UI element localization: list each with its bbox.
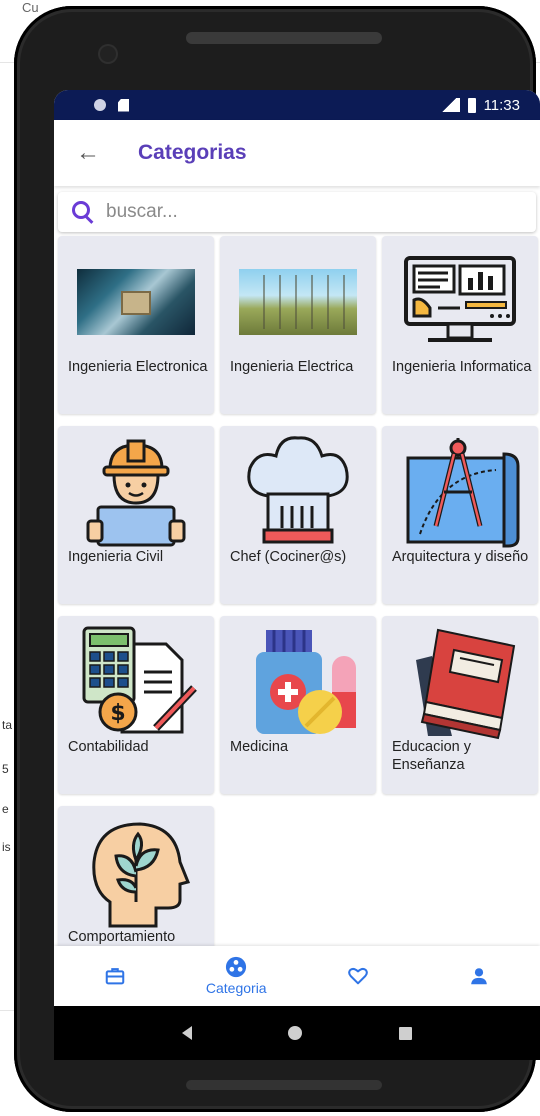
speaker-grille	[186, 32, 382, 44]
chef-hat-icon	[247, 436, 349, 544]
category-card-chef[interactable]: Chef (Cociner@s)	[220, 426, 376, 604]
category-card-educacion[interactable]: Educacion y Enseñanza	[382, 616, 538, 794]
search-input[interactable]	[106, 201, 406, 223]
front-camera	[100, 46, 116, 62]
category-card-electronica[interactable]: Ingenieria Electronica	[58, 236, 214, 414]
svg-text:$: $	[110, 701, 125, 726]
medicine-bottle-icon	[256, 630, 356, 734]
category-card-medicina[interactable]: Medicina	[220, 616, 376, 794]
nav-label: Categoria	[205, 980, 267, 996]
search-bar[interactable]	[58, 192, 536, 232]
category-card-electrica[interactable]: Ingenieria Electrica	[220, 236, 376, 414]
status-bar: 11:33	[54, 90, 540, 120]
notification-dot-icon	[94, 99, 106, 111]
category-card-civil[interactable]: Ingenieria Civil	[58, 426, 214, 604]
signal-icon	[437, 98, 460, 112]
phone-frame: 11:33 ← Categorias Ingenieria Electronic…	[14, 6, 540, 1112]
category-label: Medicina	[230, 739, 289, 755]
system-home-icon[interactable]	[288, 1026, 303, 1040]
nav-item-profile[interactable]	[419, 946, 540, 1006]
sim-card-icon	[118, 98, 129, 112]
category-label: Chef (Cociner@s)	[230, 549, 347, 565]
construction-worker-icon	[86, 439, 186, 547]
books-icon	[416, 628, 516, 740]
category-label: Ingenieria Electrica	[230, 359, 354, 375]
system-navigation-bar	[54, 1006, 540, 1060]
category-label: Educacion y Enseñanza	[392, 739, 471, 773]
head-plant-icon	[92, 822, 191, 928]
status-time: 11:33	[483, 96, 520, 114]
system-recents-icon[interactable]	[398, 1026, 412, 1040]
heart-icon	[347, 967, 368, 985]
circuit-board-photo	[77, 269, 195, 335]
background-text-fragment: is	[2, 840, 11, 854]
nav-item-favorites[interactable]	[297, 946, 419, 1006]
system-back-icon[interactable]	[182, 1026, 193, 1040]
desktop-background: Cu ta 5 e is 11:33 ← Categorias buscar..…	[0, 0, 540, 1116]
bottom-navigation: Categoria	[54, 946, 540, 1006]
app-bar: ← Categorias	[54, 120, 540, 186]
category-card-contabilidad[interactable]: $ Contabilidad	[58, 616, 214, 794]
category-grid: Ingenieria Electronica Ingenieria Electr…	[58, 236, 540, 984]
power-lines-photo	[239, 269, 357, 335]
category-label: Arquitectura y diseño	[392, 549, 529, 565]
background-text-fragment: ta	[2, 718, 13, 732]
battery-icon	[467, 97, 476, 113]
nav-item-jobs[interactable]	[54, 946, 176, 1006]
compass-blueprint-icon	[406, 438, 520, 548]
nav-item-categoria[interactable]: Categoria	[176, 946, 298, 1006]
category-label: Ingenieria Informatica	[392, 359, 532, 375]
search-icon	[72, 201, 94, 223]
category-label: Comportamiento	[68, 929, 176, 945]
category-card-informatica[interactable]: Ingenieria Informatica	[382, 236, 538, 414]
category-label: Contabilidad	[68, 739, 149, 755]
page-title: Categorias	[138, 141, 247, 164]
person-icon	[471, 968, 488, 985]
app-screen: 11:33 ← Categorias Ingenieria Electronic…	[54, 90, 540, 1060]
background-text-fragment: 5	[2, 762, 9, 776]
briefcase-icon	[105, 968, 125, 985]
categories-icon	[226, 956, 247, 978]
category-card-arquitectura[interactable]: Arquitectura y diseño	[382, 426, 538, 604]
calculator-invoice-icon: $	[82, 626, 197, 734]
category-label: Ingenieria Civil	[68, 549, 164, 565]
category-label: Ingenieria Electronica	[68, 359, 208, 375]
arrow-left-icon[interactable]: ←	[76, 139, 106, 167]
background-text-fragment: e	[2, 802, 9, 816]
speaker-grille-bottom	[186, 1080, 382, 1090]
background-text: Cu	[22, 0, 39, 15]
computer-dashboard-icon	[404, 256, 516, 342]
